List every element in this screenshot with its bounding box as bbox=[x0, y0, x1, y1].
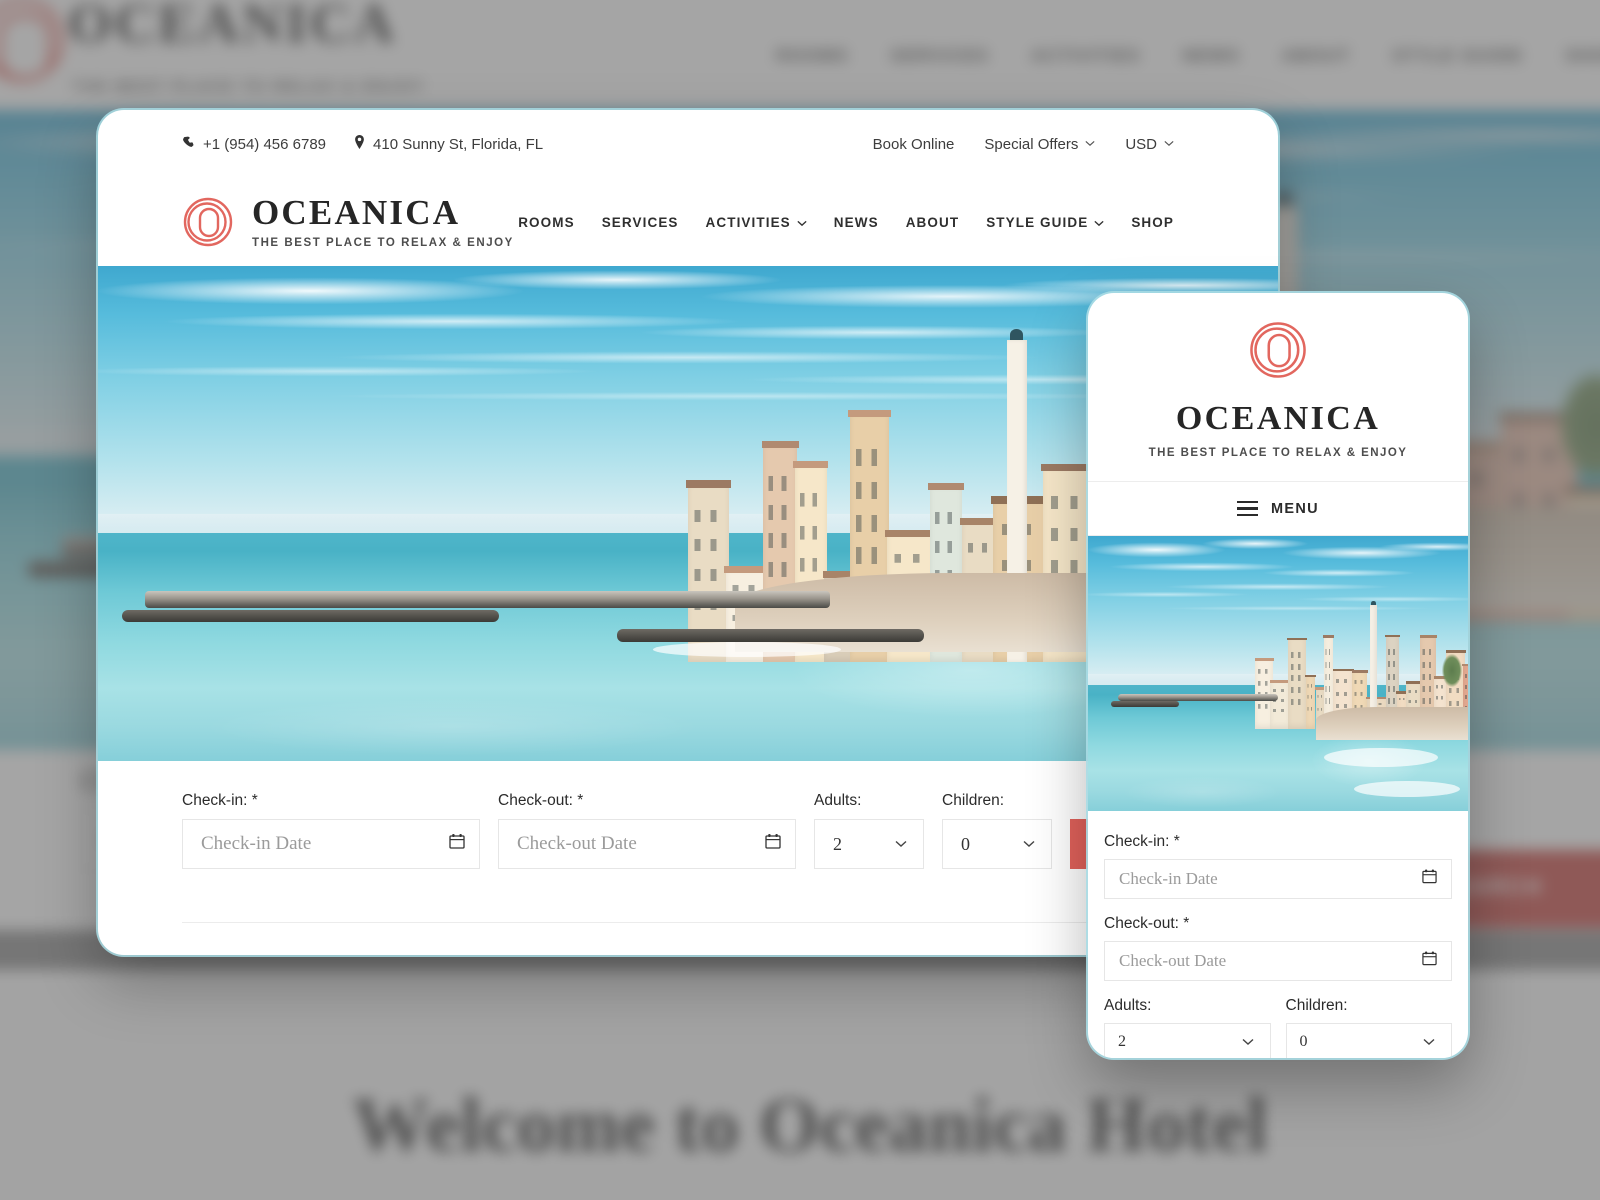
nav-item-news[interactable]: NEWS bbox=[834, 215, 879, 230]
chevron-down-icon bbox=[895, 835, 907, 853]
brand-name: OCEANICA bbox=[252, 192, 461, 232]
mobile-children-label: Children: bbox=[1285, 997, 1348, 1014]
mobile-checkin-label-text: Check-in: bbox=[1104, 833, 1170, 850]
checkin-label-text: Check-in: bbox=[182, 792, 248, 809]
mobile-children-select[interactable]: 0 bbox=[1285, 1023, 1452, 1058]
nav-item-activities[interactable]: ACTIVITIES bbox=[706, 215, 807, 230]
nav-label: SHOP bbox=[1131, 214, 1174, 230]
mobile-menu-button[interactable]: MENU bbox=[1088, 482, 1468, 536]
mobile-checkout-label: Check-out: * bbox=[1104, 915, 1452, 933]
oceanica-circle-logo-icon bbox=[182, 196, 234, 248]
required-marker: * bbox=[577, 792, 584, 809]
topbar-link-label: Special Offers bbox=[984, 135, 1079, 153]
children-label: Children: bbox=[942, 792, 1005, 809]
brand-tagline: THE BEST PLACE TO RELAX & ENJOY bbox=[252, 236, 514, 249]
chevron-down-icon bbox=[1423, 1033, 1435, 1051]
mobile-adults-group: Adults: 2 bbox=[1104, 997, 1271, 1058]
mobile-hero-image bbox=[1088, 536, 1468, 811]
nav-item-about[interactable]: ABOUT bbox=[906, 215, 960, 230]
currency-label: USD bbox=[1125, 135, 1157, 153]
main-header-bar: OCEANICA THE BEST PLACE TO RELAX & ENJOY… bbox=[98, 178, 1278, 266]
checkin-label: Check-in: * bbox=[182, 792, 480, 810]
adults-field-group: Adults: 2 bbox=[814, 792, 924, 869]
required-marker: * bbox=[1173, 833, 1180, 850]
mobile-checkout-label-text: Check-out: bbox=[1104, 915, 1179, 932]
calendar-icon[interactable] bbox=[1422, 951, 1437, 972]
mobile-checkin-date-input[interactable]: Check-in Date bbox=[1104, 859, 1452, 899]
topbar-link-special-offers[interactable]: Special Offers bbox=[984, 136, 1095, 153]
mobile-adults-label: Adults: bbox=[1104, 997, 1152, 1014]
checkout-field-group: Check-out: * Check-out Date bbox=[498, 792, 796, 869]
required-marker: * bbox=[1183, 915, 1190, 932]
topbar-currency-selector[interactable]: USD bbox=[1125, 136, 1174, 153]
children-select[interactable]: 0 bbox=[942, 819, 1052, 869]
checkout-placeholder: Check-out Date bbox=[517, 833, 637, 854]
mobile-adults-select[interactable]: 2 bbox=[1104, 1023, 1271, 1058]
children-field-group: Children: 0 bbox=[942, 792, 1052, 869]
address-contact[interactable]: 410 Sunny St, Florida, FL bbox=[354, 135, 543, 153]
mobile-booking-form: Check-in: * Check-in Date Check-out: * C… bbox=[1088, 811, 1468, 1058]
hamburger-menu-icon bbox=[1237, 500, 1259, 517]
phone-icon bbox=[182, 136, 195, 153]
oceanica-circle-logo-icon bbox=[1248, 320, 1308, 385]
checkout-date-input[interactable]: Check-out Date bbox=[498, 819, 796, 869]
brand-logo[interactable]: OCEANICA THE BEST PLACE TO RELAX & ENJOY bbox=[182, 195, 514, 250]
nav-label: NEWS bbox=[833, 214, 879, 230]
mobile-checkin-placeholder: Check-in Date bbox=[1119, 869, 1218, 888]
mobile-preview-card: OCEANICA THE BEST PLACE TO RELAX & ENJOY… bbox=[1088, 293, 1468, 1058]
checkout-label-text: Check-out: bbox=[498, 792, 573, 809]
mobile-children-value: 0 bbox=[1299, 1033, 1308, 1050]
adults-select[interactable]: 2 bbox=[814, 819, 924, 869]
nav-label: ACTIVITIES bbox=[705, 214, 791, 230]
nav-item-services[interactable]: SERVICES bbox=[602, 215, 679, 230]
mobile-checkin-label: Check-in: * bbox=[1104, 833, 1452, 851]
calendar-icon[interactable] bbox=[1422, 869, 1437, 890]
children-value: 0 bbox=[961, 833, 970, 854]
mobile-children-group: Children: 0 bbox=[1285, 997, 1452, 1058]
phone-number: +1 (954) 456 6789 bbox=[203, 135, 327, 153]
chevron-down-icon bbox=[797, 215, 807, 230]
mobile-menu-label: MENU bbox=[1271, 500, 1319, 517]
chevron-down-icon bbox=[1164, 138, 1174, 150]
checkin-field-group: Check-in: * Check-in Date bbox=[182, 792, 480, 869]
calendar-icon[interactable] bbox=[765, 833, 781, 855]
nav-item-rooms[interactable]: ROOMS bbox=[518, 215, 575, 230]
mobile-checkout-placeholder: Check-out Date bbox=[1119, 951, 1227, 970]
nav-item-shop[interactable]: SHOP bbox=[1131, 215, 1174, 230]
utility-topbar: +1 (954) 456 6789 410 Sunny St, Florida,… bbox=[98, 110, 1278, 178]
topbar-link-label: Book Online bbox=[872, 135, 955, 153]
topbar-link-book-online[interactable]: Book Online bbox=[873, 136, 955, 153]
nav-label: STYLE GUIDE bbox=[986, 214, 1089, 230]
adults-value: 2 bbox=[833, 833, 842, 854]
chevron-down-icon bbox=[1023, 835, 1035, 853]
chevron-down-icon bbox=[1094, 215, 1104, 230]
chevron-down-icon bbox=[1242, 1033, 1254, 1051]
nav-label: SERVICES bbox=[601, 214, 679, 230]
primary-nav: ROOMS SERVICES ACTIVITIES NEWS ABOUT STY… bbox=[518, 215, 1174, 230]
mobile-brand-header[interactable]: OCEANICA THE BEST PLACE TO RELAX & ENJOY bbox=[1088, 293, 1468, 482]
welcome-section: Welcome to Oceanica Hotel YOUR WHITE-SAN… bbox=[182, 922, 1194, 955]
mobile-brand-tagline: THE BEST PLACE TO RELAX & ENJOY bbox=[1148, 447, 1408, 459]
nav-item-style-guide[interactable]: STYLE GUIDE bbox=[986, 215, 1104, 230]
mobile-adults-value: 2 bbox=[1118, 1033, 1126, 1050]
adults-label: Adults: bbox=[814, 792, 862, 809]
required-marker: * bbox=[251, 792, 258, 809]
nav-label: ROOMS bbox=[518, 214, 575, 230]
checkout-label: Check-out: * bbox=[498, 792, 796, 810]
nav-label: ABOUT bbox=[905, 214, 960, 230]
address-text: 410 Sunny St, Florida, FL bbox=[373, 135, 544, 153]
location-pin-icon bbox=[354, 135, 365, 153]
checkin-date-input[interactable]: Check-in Date bbox=[182, 819, 480, 869]
checkin-placeholder: Check-in Date bbox=[201, 833, 312, 854]
calendar-icon[interactable] bbox=[449, 833, 465, 855]
phone-contact[interactable]: +1 (954) 456 6789 bbox=[182, 136, 326, 153]
mobile-brand-name: OCEANICA bbox=[1175, 400, 1381, 437]
mobile-checkout-date-input[interactable]: Check-out Date bbox=[1104, 941, 1452, 981]
chevron-down-icon bbox=[1085, 138, 1095, 150]
